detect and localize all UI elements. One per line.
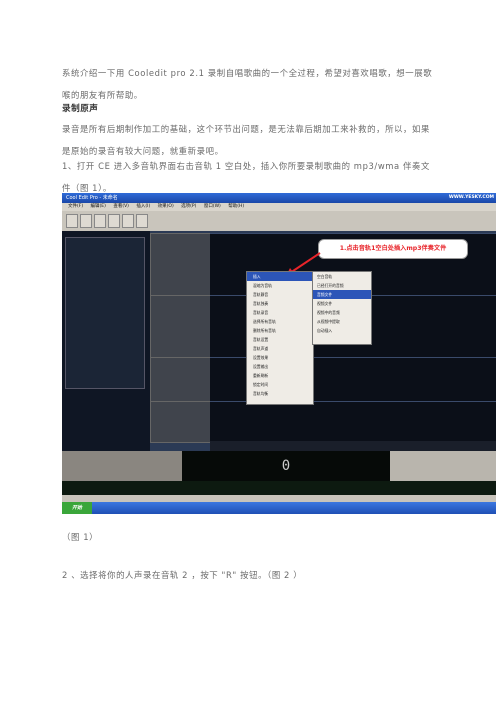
menu-options[interactable]: 选项(P): [181, 204, 196, 209]
menu-item[interactable]: 音轨设置: [247, 335, 313, 344]
submenu-item[interactable]: 自动插入: [313, 326, 371, 335]
track-1-controls[interactable]: [150, 233, 212, 297]
toolbar-button[interactable]: [94, 214, 106, 228]
menu-item[interactable]: 混缩为音轨: [247, 281, 313, 290]
toolbar-button[interactable]: [80, 214, 92, 228]
menu-view[interactable]: 查看(V): [113, 204, 129, 209]
taskbar: 开始: [62, 502, 496, 514]
toolbar-button[interactable]: [136, 214, 148, 228]
submenu-item[interactable]: 已经打开的音频: [313, 281, 371, 290]
track-4-area[interactable]: [210, 401, 496, 442]
menu-item[interactable]: 音轨录音: [247, 308, 313, 317]
level-meter: [62, 481, 496, 495]
toolbar: [62, 211, 496, 231]
title-bar: Cool Edit Pro - 未命名: [62, 193, 496, 203]
start-button[interactable]: 开始: [62, 502, 92, 514]
menu-window[interactable]: 窗口(W): [204, 204, 221, 209]
time-ruler: [210, 441, 496, 451]
menu-item[interactable]: 删除所有音轨: [247, 326, 313, 335]
menu-item[interactable]: 音轨均衡: [247, 389, 313, 398]
context-menu: 插入 混缩为音轨 音轨静音 音轨独奏 音轨录音 选择所有音轨 删除所有音轨 音轨…: [246, 271, 314, 405]
toolbar-button[interactable]: [108, 214, 120, 228]
figure-caption: （图 1）: [62, 532, 99, 542]
menu-item[interactable]: 音轨声道: [247, 344, 313, 353]
site-logo: WWW.YESKY.COM: [448, 195, 494, 200]
time-display: 0: [182, 451, 390, 481]
submenu-item[interactable]: 视频中的音频: [313, 308, 371, 317]
menu-item[interactable]: 重新刷新: [247, 371, 313, 380]
submenu-item[interactable]: 从视频中提取: [313, 317, 371, 326]
window-title: Cool Edit Pro - 未命名: [66, 195, 118, 201]
callout-label: 1.点击音轨1空白处插入mp3伴奏文件: [318, 239, 468, 259]
insert-submenu: 空白音轨 已经打开的音频 音频文件 视频文件 视频中的音频 从视频中提取 自动插…: [312, 271, 372, 345]
menu-file[interactable]: 文件(F): [68, 204, 83, 209]
menu-item[interactable]: 音轨静音: [247, 290, 313, 299]
menu-item[interactable]: 锁定时间: [247, 380, 313, 389]
organizer-panel: [62, 231, 150, 451]
submenu-item[interactable]: 空白音轨: [313, 272, 371, 281]
section-title: 录制原声: [62, 104, 99, 114]
status-bar: [62, 495, 496, 502]
toolbar-button[interactable]: [122, 214, 134, 228]
menu-item[interactable]: 音轨独奏: [247, 299, 313, 308]
submenu-item[interactable]: 音频文件: [313, 290, 371, 299]
step2-paragraph: 2 、选择将你的人声录在音轨 2 ，按下 "R" 按钮。（图 2 ）: [62, 570, 303, 580]
track-2-controls[interactable]: [150, 295, 212, 359]
time-info-panel: [390, 451, 496, 481]
menu-help[interactable]: 帮助(H): [228, 204, 244, 209]
menu-item[interactable]: 插入: [247, 272, 313, 281]
menu-edit[interactable]: 编辑(E): [91, 204, 106, 209]
menu-insert[interactable]: 插入(I): [136, 204, 150, 209]
cooledit-screenshot: Cool Edit Pro - 未命名 WWW.YESKY.COM 文件(F) …: [62, 193, 496, 514]
menu-item[interactable]: 设置效果: [247, 353, 313, 362]
submenu-item[interactable]: 视频文件: [313, 299, 371, 308]
menu-bar: 文件(F) 编辑(E) 查看(V) 插入(I) 效果(O) 选项(P) 窗口(W…: [62, 203, 496, 211]
track-4-controls[interactable]: [150, 401, 212, 443]
toolbar-button[interactable]: [66, 214, 78, 228]
menu-item[interactable]: 设置输出: [247, 362, 313, 371]
intro-paragraph: 系统介绍一下用 Cooledit pro 2.1 录制自唱歌曲的一个全过程，希望…: [62, 68, 433, 100]
transport-controls[interactable]: [62, 451, 182, 481]
file-list[interactable]: [65, 237, 145, 389]
menu-item[interactable]: 选择所有音轨: [247, 317, 313, 326]
menu-effects[interactable]: 效果(O): [158, 204, 174, 209]
